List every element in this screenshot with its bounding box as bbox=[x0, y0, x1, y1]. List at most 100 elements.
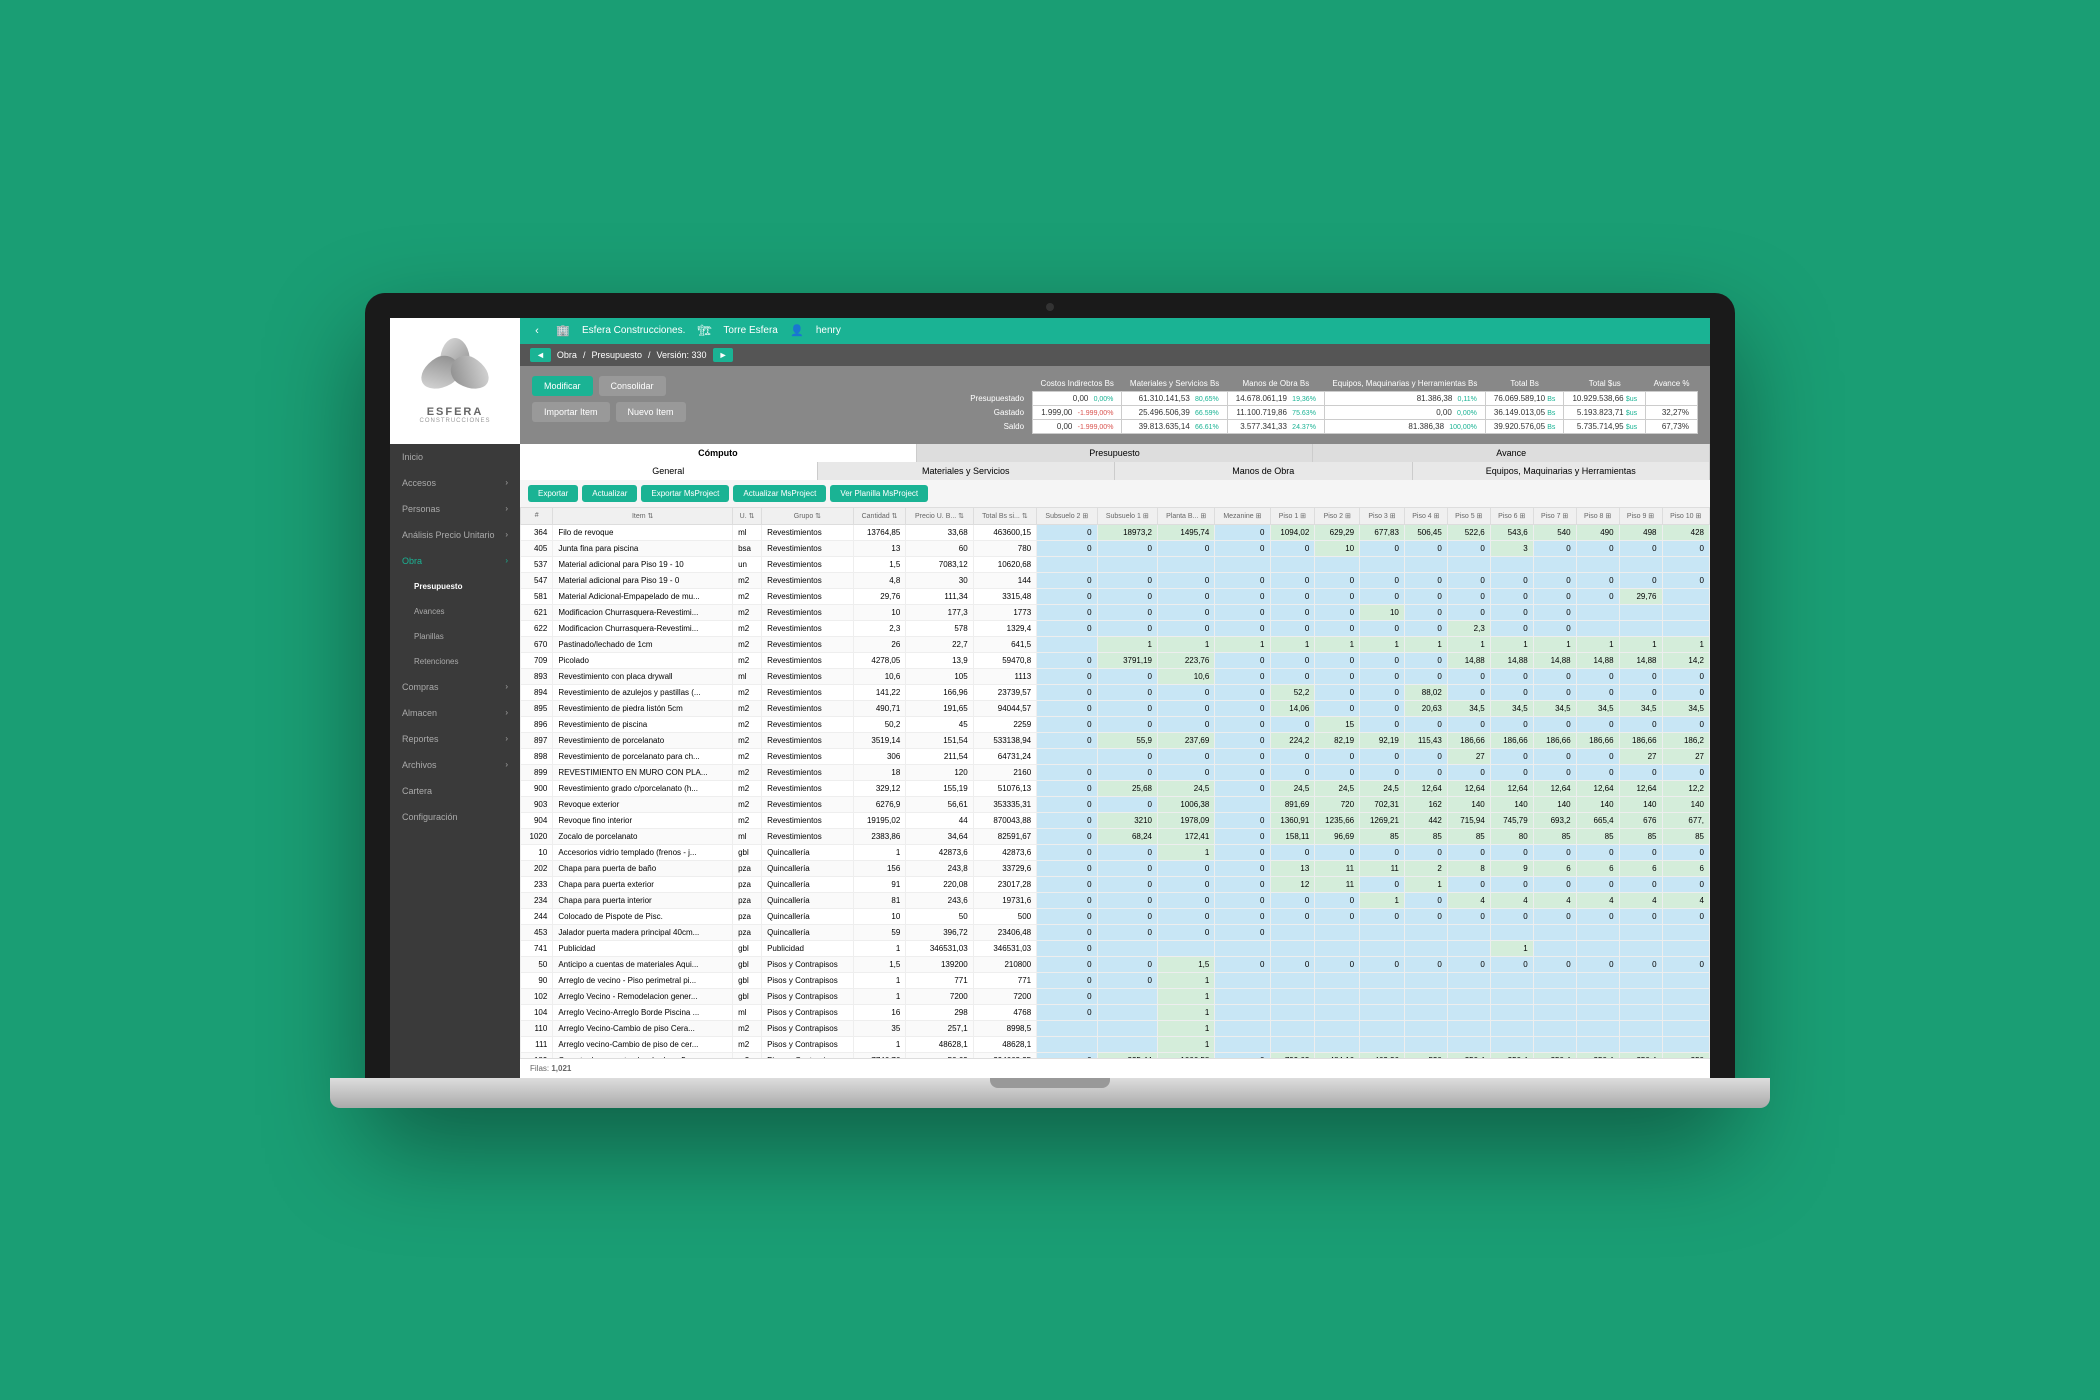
breadcrumb-forward-icon[interactable]: ► bbox=[713, 348, 734, 362]
breadcrumb-item[interactable]: Presupuesto bbox=[591, 350, 642, 360]
table-row[interactable]: 895Revestimiento de piedra listón 5cmm2R… bbox=[521, 700, 1710, 716]
column-header[interactable]: Subsuelo 1 ⊞ bbox=[1097, 507, 1157, 524]
table-row[interactable]: 50Anticipo a cuentas de materiales Aqui.… bbox=[521, 956, 1710, 972]
sidebar-item-presupuesto[interactable]: Presupuesto bbox=[390, 574, 520, 599]
column-header[interactable]: # bbox=[521, 507, 553, 524]
subtab-manos-de-obra[interactable]: Manos de Obra bbox=[1115, 462, 1413, 480]
table-row[interactable]: 104Arreglo Vecino-Arreglo Borde Piscina … bbox=[521, 1004, 1710, 1020]
breadcrumb-item[interactable]: Versión: 330 bbox=[657, 350, 707, 360]
table-row[interactable]: 741PublicidadgblPublicidad1346531,033465… bbox=[521, 940, 1710, 956]
table-row[interactable]: 537Material adicional para Piso 19 - 10u… bbox=[521, 556, 1710, 572]
table-cell: 0 bbox=[1490, 572, 1533, 588]
tab-presupuesto[interactable]: Presupuesto bbox=[917, 444, 1314, 462]
sidebar-item-accesos[interactable]: Accesos› bbox=[390, 470, 520, 496]
data-table-wrap[interactable]: #Item ⇅U. ⇅Grupo ⇅Cantidad ⇅Precio U. B.… bbox=[520, 507, 1710, 1058]
sidebar-item-compras[interactable]: Compras› bbox=[390, 674, 520, 700]
column-header[interactable]: Piso 2 ⊞ bbox=[1315, 507, 1360, 524]
column-header[interactable]: Piso 3 ⊞ bbox=[1360, 507, 1405, 524]
column-header[interactable]: Item ⇅ bbox=[553, 507, 733, 524]
sidebar-item-configuración[interactable]: Configuración bbox=[390, 804, 520, 830]
table-row[interactable]: 894Revestimiento de azulejos y pastillas… bbox=[521, 684, 1710, 700]
tab-cómputo[interactable]: Cómputo bbox=[520, 444, 917, 462]
column-header[interactable]: Piso 6 ⊞ bbox=[1490, 507, 1533, 524]
table-row[interactable]: 904Revoque fino interiorm2Revestimientos… bbox=[521, 812, 1710, 828]
table-row[interactable]: 90Arreglo de vecino - Piso perimetral pi… bbox=[521, 972, 1710, 988]
column-header[interactable]: Grupo ⇅ bbox=[762, 507, 854, 524]
table-cell: 1,5 bbox=[853, 956, 906, 972]
column-header[interactable]: U. ⇅ bbox=[733, 507, 762, 524]
table-row[interactable]: 405Junta fina para piscinabsaRevestimien… bbox=[521, 540, 1710, 556]
column-header[interactable]: Piso 7 ⊞ bbox=[1533, 507, 1576, 524]
column-header[interactable]: Precio U. B... ⇅ bbox=[906, 507, 973, 524]
table-cell: 0 bbox=[1157, 540, 1214, 556]
table-cell: 0 bbox=[1619, 572, 1662, 588]
table-row[interactable]: 202Chapa para puerta de bañopzaQuincalle… bbox=[521, 860, 1710, 876]
exportar-msproject-button[interactable]: Exportar MsProject bbox=[641, 485, 729, 502]
nuevo-button[interactable]: Nuevo Item bbox=[616, 402, 686, 422]
table-row[interactable]: 621Modificacion Churrasquera-Revestimi..… bbox=[521, 604, 1710, 620]
sidebar-item-planillas[interactable]: Planillas bbox=[390, 624, 520, 649]
table-cell bbox=[1404, 1020, 1447, 1036]
table-row[interactable]: 364Filo de revoquemlRevestimientos13764,… bbox=[521, 524, 1710, 540]
subtab-equipos,-maquinarias-y-herramientas[interactable]: Equipos, Maquinarias y Herramientas bbox=[1413, 462, 1711, 480]
table-row[interactable]: 1020Zocalo de porcelanatomlRevestimiento… bbox=[521, 828, 1710, 844]
tab-avance[interactable]: Avance bbox=[1313, 444, 1710, 462]
sidebar-item-personas[interactable]: Personas› bbox=[390, 496, 520, 522]
column-header[interactable]: Piso 8 ⊞ bbox=[1576, 507, 1619, 524]
exportar-button[interactable]: Exportar bbox=[528, 485, 578, 502]
table-row[interactable]: 709Picoladom2Revestimientos4278,0513,959… bbox=[521, 652, 1710, 668]
table-row[interactable]: 622Modificacion Churrasquera-Revestimi..… bbox=[521, 620, 1710, 636]
importar-button[interactable]: Importar Item bbox=[532, 402, 610, 422]
table-row[interactable]: 893Revestimiento con placa drywallmlReve… bbox=[521, 668, 1710, 684]
table-row[interactable]: 453Jalador puerta madera principal 40cm.… bbox=[521, 924, 1710, 940]
modificar-button[interactable]: Modificar bbox=[532, 376, 593, 396]
subtab-general[interactable]: General bbox=[520, 462, 818, 480]
column-header[interactable]: Total Bs si... ⇅ bbox=[973, 507, 1036, 524]
column-header[interactable]: Piso 4 ⊞ bbox=[1404, 507, 1447, 524]
subtab-materiales-y-servicios[interactable]: Materiales y Servicios bbox=[818, 462, 1116, 480]
table-row[interactable]: 899REVESTIMIENTO EN MURO CON PLA...m2Rev… bbox=[521, 764, 1710, 780]
column-header[interactable]: Piso 10 ⊞ bbox=[1662, 507, 1709, 524]
sidebar-item-avances[interactable]: Avances bbox=[390, 599, 520, 624]
actualizar-msproject-button[interactable]: Actualizar MsProject bbox=[733, 485, 826, 502]
sidebar-item-reportes[interactable]: Reportes› bbox=[390, 726, 520, 752]
sidebar-item-retenciones[interactable]: Retenciones bbox=[390, 649, 520, 674]
sidebar-item-análisis-precio-unitario[interactable]: Análisis Precio Unitario› bbox=[390, 522, 520, 548]
column-header[interactable]: Cantidad ⇅ bbox=[853, 507, 906, 524]
column-header[interactable]: Piso 9 ⊞ bbox=[1619, 507, 1662, 524]
table-row[interactable]: 10Accesorios vidrio templado (frenos - j… bbox=[521, 844, 1710, 860]
sidebar-item-inicio[interactable]: Inicio bbox=[390, 444, 520, 470]
breadcrumb-item[interactable]: Obra bbox=[557, 350, 577, 360]
column-header[interactable]: Mezanine ⊞ bbox=[1215, 507, 1270, 524]
back-icon[interactable]: ‹ bbox=[530, 324, 544, 338]
consolidar-button[interactable]: Consolidar bbox=[599, 376, 666, 396]
table-row[interactable]: 102Arreglo Vecino - Remodelacion gener..… bbox=[521, 988, 1710, 1004]
table-row[interactable]: 244Colocado de Pispote de Pisc.pzaQuinca… bbox=[521, 908, 1710, 924]
table-row[interactable]: 234Chapa para puerta interiorpzaQuincall… bbox=[521, 892, 1710, 908]
table-row[interactable]: 896Revestimiento de piscinam2Revestimien… bbox=[521, 716, 1710, 732]
table-row[interactable]: 900Revestimiento grado c/porcelanato (h.… bbox=[521, 780, 1710, 796]
table-cell: Publicidad bbox=[553, 940, 733, 956]
breadcrumb-back-icon[interactable]: ◄ bbox=[530, 348, 551, 362]
sidebar-item-obra[interactable]: Obra› bbox=[390, 548, 520, 574]
column-header[interactable]: Subsuelo 2 ⊞ bbox=[1037, 507, 1097, 524]
column-header[interactable]: Piso 5 ⊞ bbox=[1447, 507, 1490, 524]
ver-planilla-msproject-button[interactable]: Ver Planilla MsProject bbox=[830, 485, 928, 502]
sidebar-item-archivos[interactable]: Archivos› bbox=[390, 752, 520, 778]
actualizar-button[interactable]: Actualizar bbox=[582, 485, 637, 502]
table-cell bbox=[1662, 604, 1709, 620]
sidebar-item-almacen[interactable]: Almacen› bbox=[390, 700, 520, 726]
column-header[interactable]: Planta B... ⊞ bbox=[1157, 507, 1214, 524]
table-row[interactable]: 547Material adicional para Piso 19 - 0m2… bbox=[521, 572, 1710, 588]
table-row[interactable]: 897Revestimiento de porcelanatom2Revesti… bbox=[521, 732, 1710, 748]
table-row[interactable]: 233Chapa para puerta exteriorpzaQuincall… bbox=[521, 876, 1710, 892]
column-header[interactable]: Piso 1 ⊞ bbox=[1270, 507, 1315, 524]
table-row[interactable]: 898Revestimiento de porcelanato para ch.… bbox=[521, 748, 1710, 764]
table-row[interactable]: 903Revoque exteriorm2Revestimientos6276,… bbox=[521, 796, 1710, 812]
sidebar-item-cartera[interactable]: Cartera bbox=[390, 778, 520, 804]
table-row[interactable]: 110Arreglo Vecino-Cambio de piso Cera...… bbox=[521, 1020, 1710, 1036]
summary-cell: 81.386,38 100,00% bbox=[1324, 419, 1485, 433]
table-row[interactable]: 111Arreglo vecino-Cambio de piso de cer.… bbox=[521, 1036, 1710, 1052]
table-row[interactable]: 581Material Adicional-Empapelado de mu..… bbox=[521, 588, 1710, 604]
table-row[interactable]: 670Pastinado/lechado de 1cmm2Revestimien… bbox=[521, 636, 1710, 652]
